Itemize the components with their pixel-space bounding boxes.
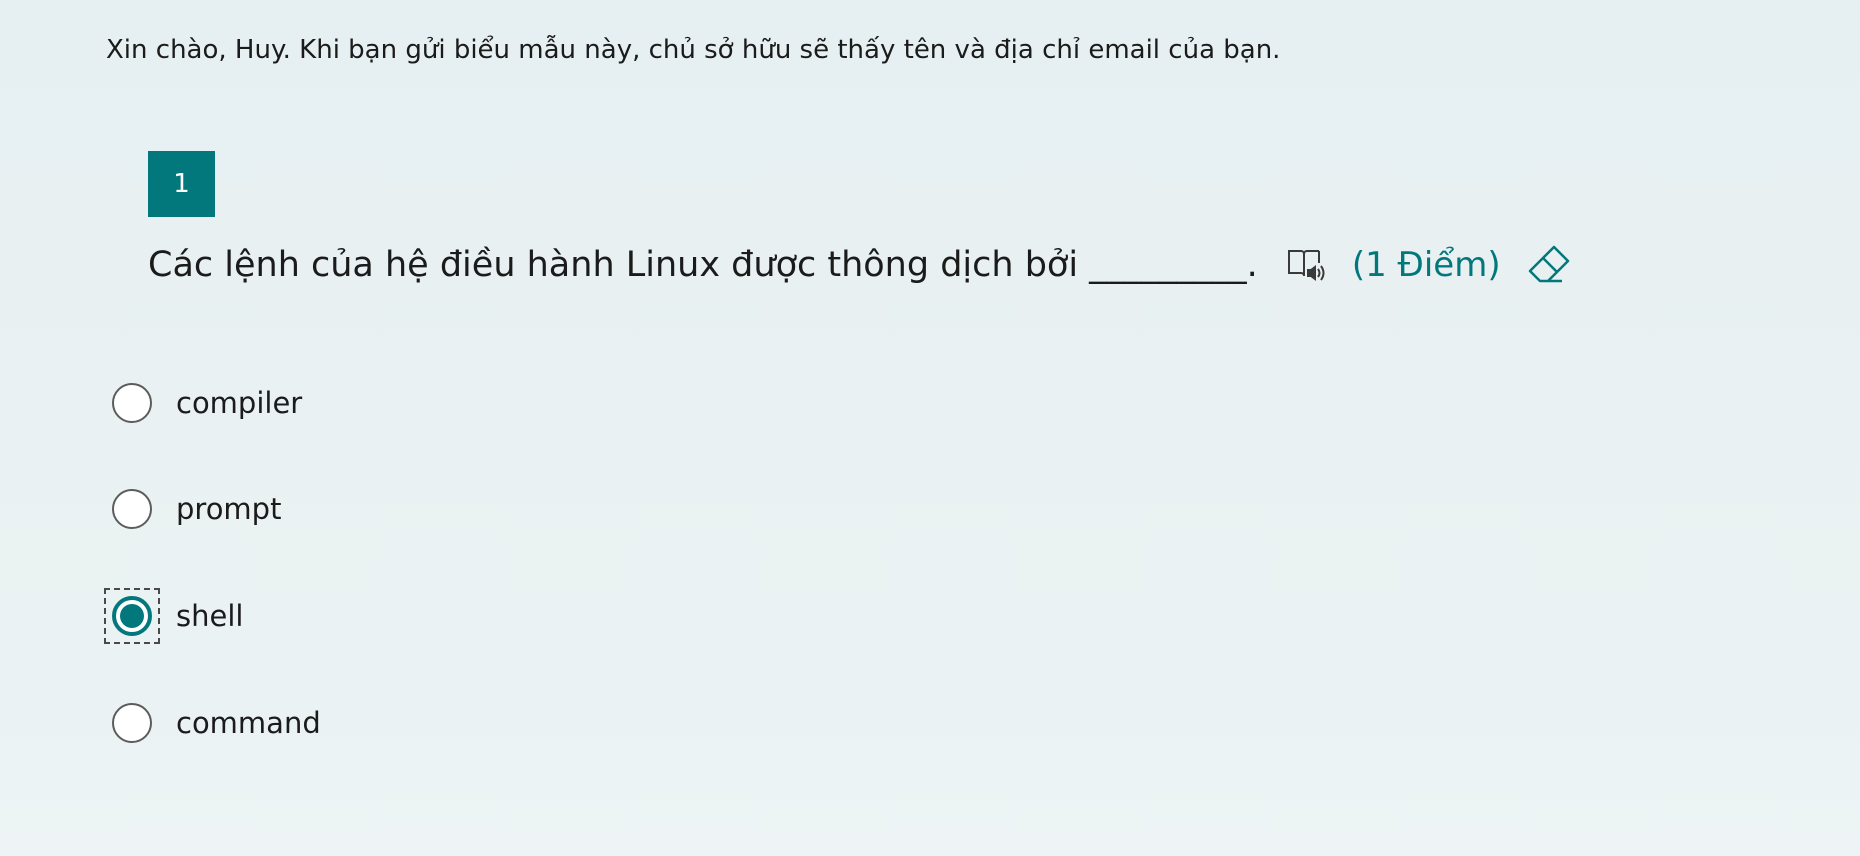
points-label: (1 Điểm): [1351, 245, 1501, 285]
radio-button[interactable]: [112, 383, 152, 423]
question-card: 1 Các lệnh của hệ điều hành Linux được t…: [148, 151, 1569, 285]
radio-button[interactable]: [112, 703, 152, 743]
option-compiler[interactable]: compiler: [104, 375, 302, 431]
radio-wrap: [104, 695, 160, 751]
question-title-row: Các lệnh của hệ điều hành Linux được thô…: [148, 239, 1573, 291]
option-label: compiler: [176, 386, 303, 420]
radio-button-selected[interactable]: [112, 596, 152, 636]
option-label: command: [176, 706, 321, 740]
radio-wrap: [104, 375, 160, 431]
greeting-text: Xin chào, Huy. Khi bạn gửi biểu mẫu này,…: [106, 35, 1281, 65]
option-shell[interactable]: shell: [104, 588, 243, 644]
radio-wrap: [104, 481, 160, 537]
radio-focus-ring: [104, 588, 160, 644]
option-label: prompt: [176, 492, 282, 526]
eraser-icon[interactable]: [1527, 242, 1573, 288]
immersive-reader-icon[interactable]: [1286, 246, 1326, 284]
option-command[interactable]: command: [104, 695, 321, 751]
question-number-badge: 1: [148, 151, 215, 217]
option-prompt[interactable]: prompt: [104, 481, 281, 537]
question-text: Các lệnh của hệ điều hành Linux được thô…: [148, 245, 1258, 285]
option-label: shell: [176, 599, 244, 633]
radio-button[interactable]: [112, 489, 152, 529]
